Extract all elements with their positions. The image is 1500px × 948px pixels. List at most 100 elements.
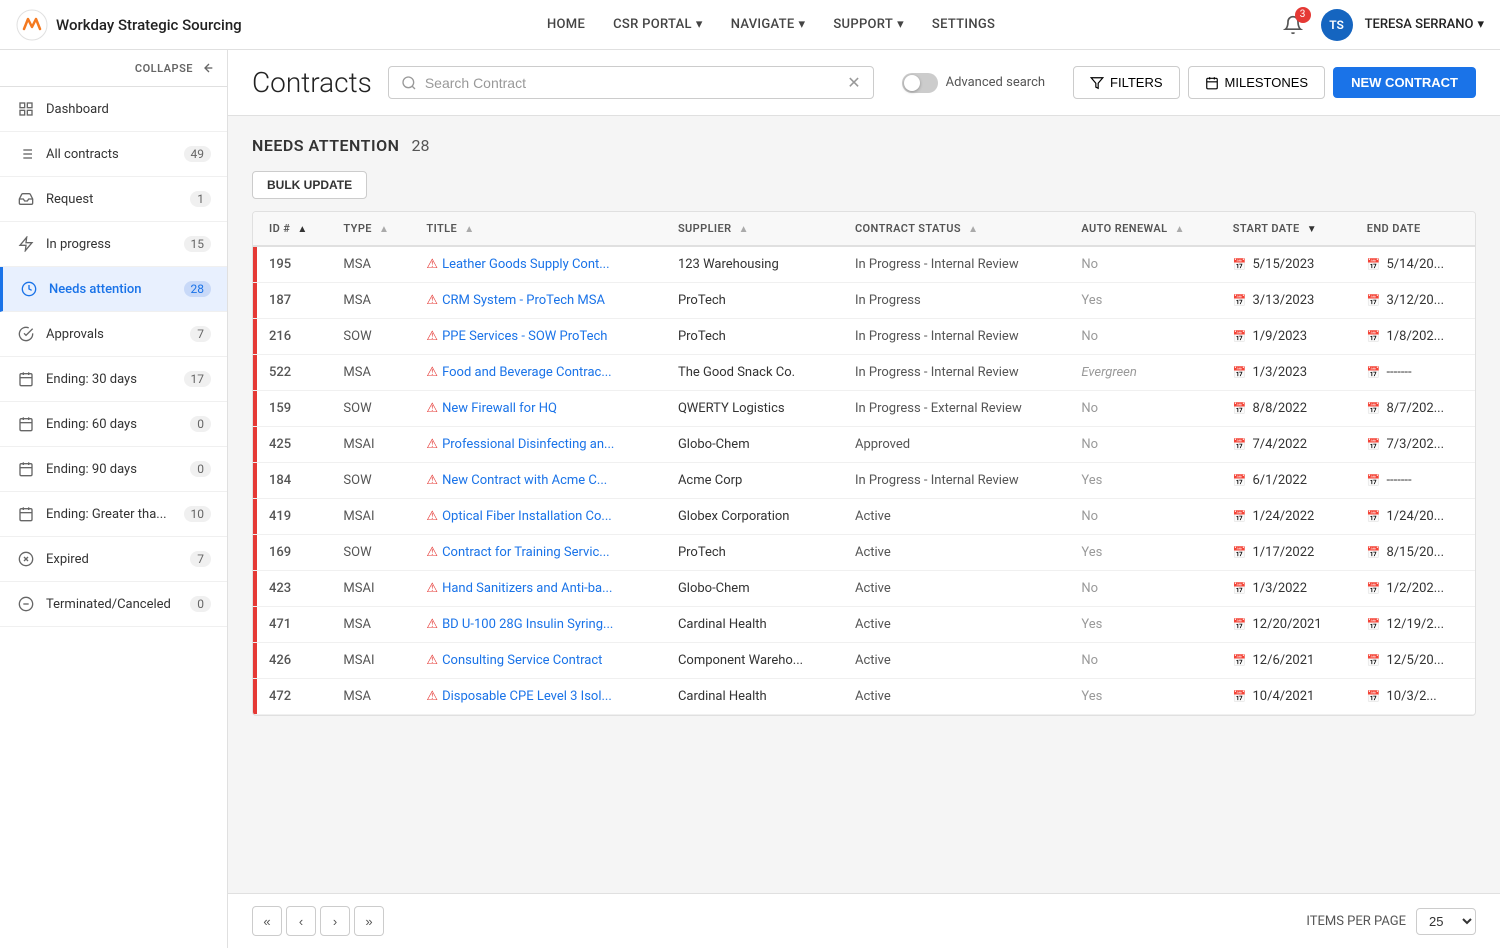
sidebar-item-count: 7	[190, 551, 211, 567]
search-clear-button[interactable]: ✕	[847, 73, 860, 92]
sidebar-item-count: 10	[184, 506, 212, 522]
pagination-prev[interactable]: ‹	[286, 906, 316, 936]
calendar-icon: 📅	[1233, 618, 1247, 631]
col-auto-renewal[interactable]: AUTO RENEWAL ▲	[1069, 212, 1220, 246]
sidebar-item-in-progress[interactable]: In progress 15	[0, 222, 227, 267]
cell-title[interactable]: ⚠New Contract with Acme C...	[414, 463, 666, 499]
cell-auto-renewal: No	[1069, 499, 1220, 535]
cell-title[interactable]: ⚠PPE Services - SOW ProTech	[414, 319, 666, 355]
table-row[interactable]: 419 MSAI ⚠Optical Fiber Installation Co.…	[253, 499, 1475, 535]
cell-end-date: 📅 3/12/20...	[1355, 283, 1475, 319]
sidebar-item-ending-60[interactable]: Ending: 60 days 0	[0, 402, 227, 447]
table-row[interactable]: 169 SOW ⚠Contract for Training Servic...…	[253, 535, 1475, 571]
table-row[interactable]: 426 MSAI ⚠Consulting Service Contract Co…	[253, 643, 1475, 679]
search-bar: ✕	[388, 66, 874, 99]
sidebar-item-needs-attention[interactable]: Needs attention 28	[0, 267, 227, 312]
calendar-icon: 📅	[1367, 330, 1381, 343]
col-id[interactable]: ID # ▲	[257, 212, 331, 246]
col-title[interactable]: TITLE ▲	[414, 212, 666, 246]
cell-start-date: 📅 1/17/2022	[1221, 535, 1355, 571]
app-logo[interactable]: Workday Strategic Sourcing	[16, 9, 242, 41]
calendar-icon: 📅	[1233, 546, 1247, 559]
cell-type: MSA	[331, 355, 414, 391]
table-row[interactable]: 187 MSA ⚠CRM System - ProTech MSA ProTec…	[253, 283, 1475, 319]
cell-supplier: Cardinal Health	[666, 607, 843, 643]
notifications-button[interactable]: 3	[1277, 9, 1309, 41]
cell-id: 159	[257, 391, 331, 427]
table-row[interactable]: 195 MSA ⚠Leather Goods Supply Cont... 12…	[253, 246, 1475, 283]
sidebar-item-request[interactable]: Request 1	[0, 177, 227, 222]
cell-title[interactable]: ⚠Leather Goods Supply Cont...	[414, 246, 666, 283]
cell-type: MSAI	[331, 499, 414, 535]
nav-csr-portal[interactable]: CSR PORTAL ▾	[601, 11, 715, 38]
app-brand-name: Workday Strategic Sourcing	[56, 16, 242, 34]
user-name-display[interactable]: TERESA SERRANO ▾	[1365, 17, 1484, 32]
sidebar-item-ending-90[interactable]: Ending: 90 days 0	[0, 447, 227, 492]
advanced-search-toggle[interactable]: Advanced search	[890, 67, 1057, 99]
cell-title[interactable]: ⚠Consulting Service Contract	[414, 643, 666, 679]
pagination-last[interactable]: »	[354, 906, 384, 936]
cell-id: 425	[257, 427, 331, 463]
col-supplier[interactable]: SUPPLIER ▲	[666, 212, 843, 246]
table-row[interactable]: 471 MSA ⚠BD U-100 28G Insulin Syring... …	[253, 607, 1475, 643]
sidebar-item-ending-30[interactable]: Ending: 30 days 17	[0, 357, 227, 402]
table-row[interactable]: 425 MSAI ⚠Professional Disinfecting an..…	[253, 427, 1475, 463]
table-row[interactable]: 472 MSA ⚠Disposable CPE Level 3 Isol... …	[253, 679, 1475, 715]
cell-title[interactable]: ⚠Food and Beverage Contrac...	[414, 355, 666, 391]
cell-end-date: 📅 8/7/202...	[1355, 391, 1475, 427]
search-input[interactable]	[425, 75, 839, 91]
cell-title[interactable]: ⚠Contract for Training Servic...	[414, 535, 666, 571]
cell-title[interactable]: ⚠Professional Disinfecting an...	[414, 427, 666, 463]
table-row[interactable]: 216 SOW ⚠PPE Services - SOW ProTech ProT…	[253, 319, 1475, 355]
cell-title[interactable]: ⚠Disposable CPE Level 3 Isol...	[414, 679, 666, 715]
cell-title[interactable]: ⚠Hand Sanitizers and Anti-ba...	[414, 571, 666, 607]
sort-icon: ▲	[379, 224, 389, 235]
user-avatar[interactable]: TS	[1321, 9, 1353, 41]
col-type[interactable]: TYPE ▲	[331, 212, 414, 246]
sort-icon: ▲	[297, 224, 307, 235]
clock-icon	[19, 279, 39, 299]
pagination-next[interactable]: ›	[320, 906, 350, 936]
cell-auto-renewal: No	[1069, 391, 1220, 427]
cell-title[interactable]: ⚠Optical Fiber Installation Co...	[414, 499, 666, 535]
workday-logo-icon	[16, 9, 48, 41]
filters-button[interactable]: FILTERS	[1073, 66, 1180, 99]
calendar-icon: 📅	[1233, 690, 1247, 703]
sidebar-item-count: 0	[190, 416, 211, 432]
col-start-date[interactable]: START DATE ▼	[1221, 212, 1355, 246]
calendar-icon	[16, 504, 36, 524]
sidebar-item-dashboard[interactable]: Dashboard	[0, 87, 227, 132]
sidebar-item-expired[interactable]: Expired 7	[0, 537, 227, 582]
collapse-button[interactable]: COLLAPSE	[0, 50, 227, 87]
new-contract-button[interactable]: NEW CONTRACT	[1333, 67, 1476, 98]
pagination-first[interactable]: «	[252, 906, 282, 936]
cell-end-date: 📅 5/14/20...	[1355, 246, 1475, 283]
cell-id: 195	[257, 246, 331, 283]
sidebar-item-ending-greater[interactable]: Ending: Greater tha... 10	[0, 492, 227, 537]
table-row[interactable]: 184 SOW ⚠New Contract with Acme C... Acm…	[253, 463, 1475, 499]
nav-support[interactable]: SUPPORT ▾	[821, 11, 916, 38]
items-per-page-select[interactable]: 10 25 50 100	[1416, 908, 1476, 935]
cell-title[interactable]: ⚠New Firewall for HQ	[414, 391, 666, 427]
cell-title[interactable]: ⚠BD U-100 28G Insulin Syring...	[414, 607, 666, 643]
bolt-icon	[16, 234, 36, 254]
bulk-update-button[interactable]: BULK UPDATE	[252, 171, 367, 199]
sidebar-item-terminated[interactable]: Terminated/Canceled 0	[0, 582, 227, 627]
nav-navigate[interactable]: NAVIGATE ▾	[719, 11, 818, 38]
nav-home[interactable]: HOME	[535, 11, 597, 38]
cell-title[interactable]: ⚠CRM System - ProTech MSA	[414, 283, 666, 319]
advanced-search-switch[interactable]	[902, 73, 938, 93]
sidebar-item-approvals[interactable]: Approvals 7	[0, 312, 227, 357]
cell-id: 419	[257, 499, 331, 535]
milestones-button[interactable]: MILESTONES	[1188, 66, 1326, 99]
col-status[interactable]: CONTRACT STATUS ▲	[843, 212, 1069, 246]
nav-settings[interactable]: SETTINGS	[920, 11, 1007, 38]
sidebar-item-all-contracts[interactable]: All contracts 49	[0, 132, 227, 177]
table-row[interactable]: 423 MSAI ⚠Hand Sanitizers and Anti-ba...…	[253, 571, 1475, 607]
cell-supplier: ProTech	[666, 319, 843, 355]
table-row[interactable]: 522 MSA ⚠Food and Beverage Contrac... Th…	[253, 355, 1475, 391]
cell-auto-renewal: Yes	[1069, 679, 1220, 715]
cell-end-date: 📅 12/5/20...	[1355, 643, 1475, 679]
cell-start-date: 📅 12/20/2021	[1221, 607, 1355, 643]
table-row[interactable]: 159 SOW ⚠New Firewall for HQ QWERTY Logi…	[253, 391, 1475, 427]
